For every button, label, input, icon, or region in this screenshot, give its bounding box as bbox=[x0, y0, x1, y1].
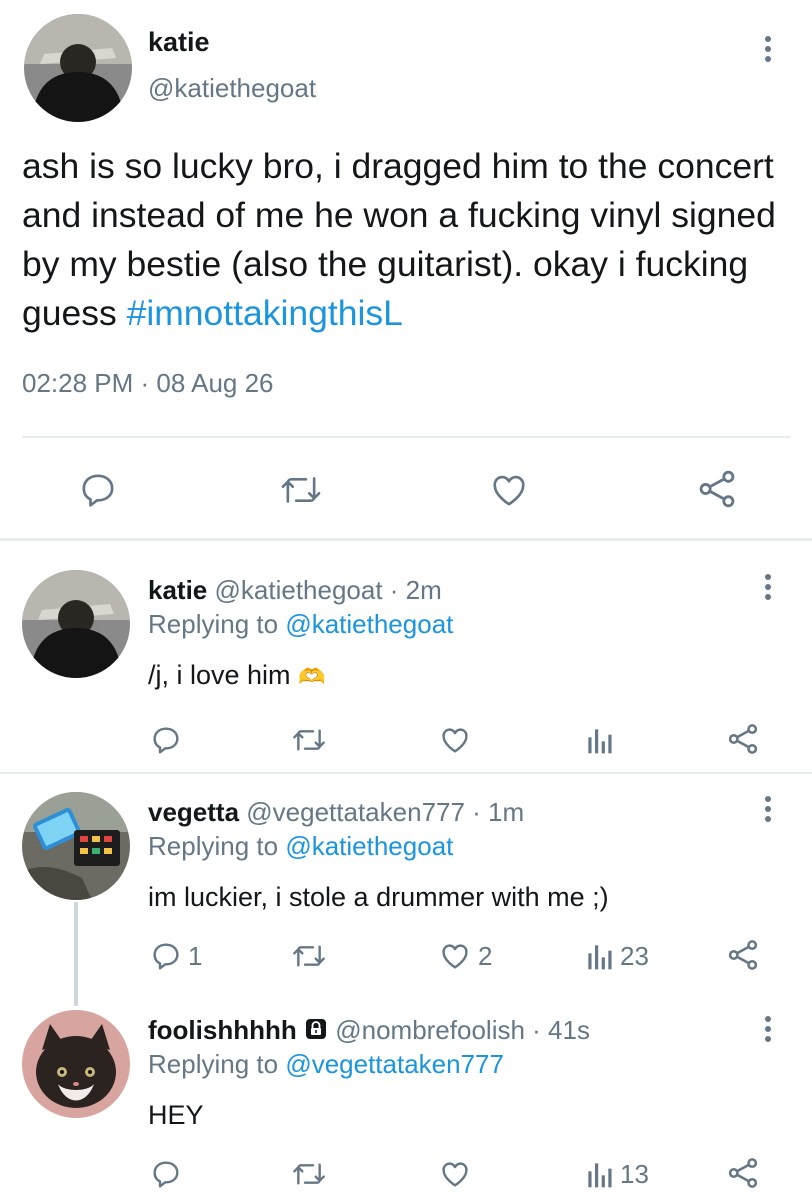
more-options-icon[interactable] bbox=[763, 574, 773, 600]
divider bbox=[22, 436, 790, 438]
reply-icon[interactable]: 1 bbox=[150, 940, 202, 972]
display-name[interactable]: katie bbox=[148, 26, 210, 58]
section-divider bbox=[0, 538, 812, 541]
share-icon[interactable] bbox=[726, 938, 760, 972]
more-options-icon[interactable] bbox=[763, 796, 773, 822]
reply-header: vegetta @vegettataken777 · 1m bbox=[148, 796, 524, 828]
reply-divider bbox=[0, 772, 812, 774]
avatar[interactable] bbox=[24, 14, 132, 122]
reply-icon[interactable] bbox=[150, 724, 188, 756]
reply-icon[interactable] bbox=[78, 470, 118, 510]
display-name[interactable]: vegetta bbox=[148, 797, 239, 827]
more-options-icon[interactable] bbox=[763, 36, 773, 62]
like-count: 2 bbox=[478, 940, 493, 971]
views-icon[interactable] bbox=[584, 724, 620, 756]
view-count: 23 bbox=[620, 940, 649, 971]
replying-to-label: Replying to bbox=[148, 831, 279, 861]
reply-body: /j, i love him bbox=[148, 660, 291, 690]
replying-to: Replying to @vegettataken777 bbox=[148, 1048, 504, 1080]
views-icon[interactable]: 23 bbox=[584, 940, 649, 972]
lock-icon bbox=[304, 1016, 328, 1048]
thread-line bbox=[74, 902, 78, 1006]
like-icon[interactable] bbox=[438, 1158, 478, 1190]
retweet-icon[interactable] bbox=[290, 724, 328, 756]
reply-count: 1 bbox=[188, 940, 203, 971]
replying-to-link[interactable]: @katiethegoat bbox=[285, 831, 453, 861]
reply-text: im luckier, i stole a drummer with me ;) bbox=[148, 882, 609, 912]
display-name[interactable]: foolishhhhh bbox=[148, 1015, 297, 1045]
replying-to-link[interactable]: @vegettataken777 bbox=[285, 1049, 504, 1079]
reply-header: foolishhhhh @nombrefoolish · 41s bbox=[148, 1014, 590, 1048]
like-icon[interactable] bbox=[438, 724, 478, 756]
share-icon[interactable] bbox=[696, 468, 738, 510]
handle-time[interactable]: @katiethegoat · 2m bbox=[215, 575, 442, 605]
retweet-icon[interactable] bbox=[290, 1158, 328, 1190]
share-icon[interactable] bbox=[726, 1156, 760, 1190]
reply-text: HEY bbox=[148, 1100, 204, 1130]
replying-to-label: Replying to bbox=[148, 1049, 279, 1079]
hashtag-link[interactable]: #imnottakingthisL bbox=[127, 293, 403, 333]
handle[interactable]: @katiethegoat bbox=[148, 72, 316, 104]
avatar[interactable] bbox=[22, 570, 130, 678]
reply-header: katie @katiethegoat · 2m bbox=[148, 574, 442, 606]
reply-text: /j, i love him 🫶 bbox=[148, 658, 325, 694]
like-icon[interactable]: 2 bbox=[438, 940, 492, 972]
tweet-text: ash is so lucky bro, i dragged him to th… bbox=[22, 142, 790, 338]
retweet-icon[interactable] bbox=[290, 940, 328, 972]
display-name[interactable]: katie bbox=[148, 575, 207, 605]
avatar[interactable] bbox=[22, 792, 130, 900]
share-icon[interactable] bbox=[726, 722, 760, 756]
tweet-timestamp[interactable]: 02:28 PM · 08 Aug 26 bbox=[22, 366, 274, 400]
like-icon[interactable] bbox=[488, 470, 530, 510]
replying-to: Replying to @katiethegoat bbox=[148, 830, 453, 862]
view-count: 13 bbox=[620, 1158, 649, 1189]
handle-time[interactable]: @nombrefoolish · 41s bbox=[335, 1015, 590, 1045]
replying-to-label: Replying to bbox=[148, 609, 279, 639]
handle-time[interactable]: @vegettataken777 · 1m bbox=[246, 797, 524, 827]
replying-to: Replying to @katiethegoat bbox=[148, 608, 453, 640]
views-icon[interactable]: 13 bbox=[584, 1158, 649, 1190]
heart-hands-emoji: 🫶 bbox=[298, 664, 326, 689]
more-options-icon[interactable] bbox=[763, 1016, 773, 1042]
replying-to-link[interactable]: @katiethegoat bbox=[285, 609, 453, 639]
avatar[interactable] bbox=[22, 1010, 130, 1118]
reply-icon[interactable] bbox=[150, 1158, 188, 1190]
retweet-icon[interactable] bbox=[278, 470, 324, 510]
